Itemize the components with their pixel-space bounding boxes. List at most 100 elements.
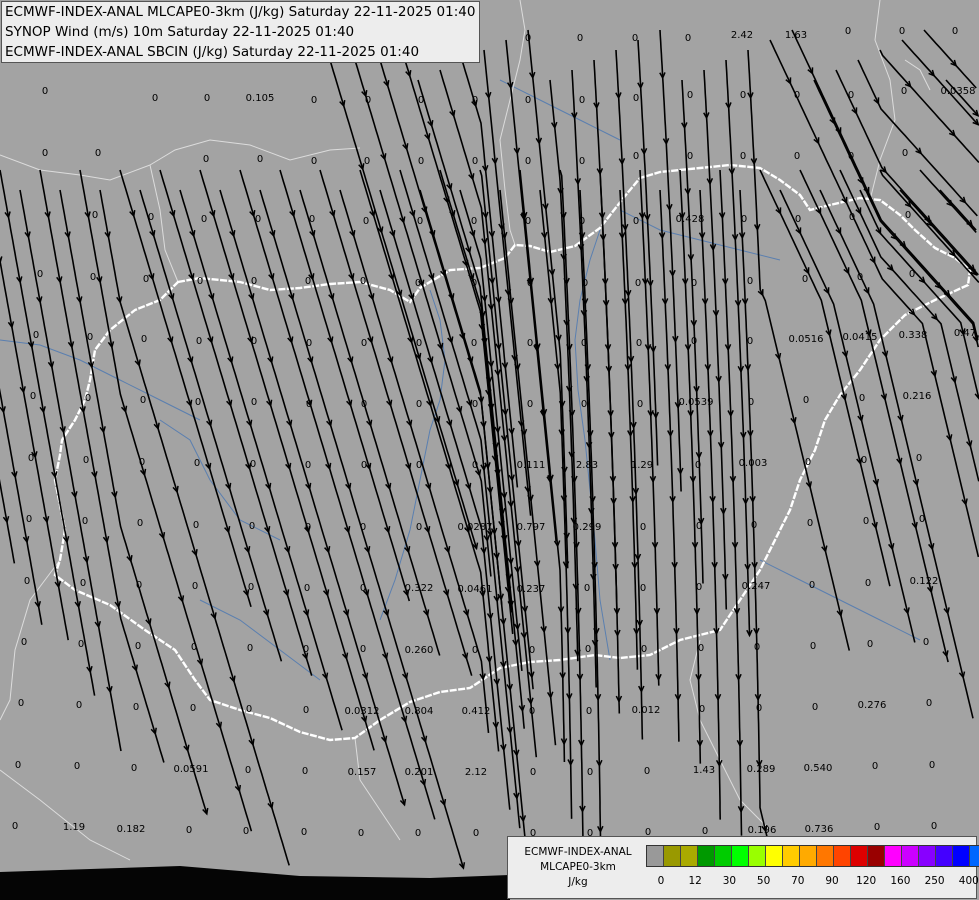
sbcin-value-label: 0 — [748, 397, 754, 408]
legend-title: ECMWF-INDEX-ANAL MLCAPE0-3km J/kg — [512, 845, 644, 890]
streamline — [279, 169, 411, 602]
sbcin-value-label: 0.122 — [910, 576, 939, 587]
sbcin-value-label: 0 — [809, 580, 815, 591]
sbcin-value-label: 0 — [303, 644, 309, 655]
sbcin-value-label: 0 — [581, 338, 587, 349]
sbcin-value-label: 0 — [243, 826, 249, 837]
sbcin-value-label: 0 — [848, 151, 854, 162]
sbcin-value-label: 0 — [143, 274, 149, 285]
sbcin-value-label: 0 — [305, 460, 311, 471]
sbcin-value-label: 0 — [849, 212, 855, 223]
sbcin-value-label: 0 — [248, 582, 254, 593]
sbcin-value-label: 0 — [15, 760, 21, 771]
sbcin-value-label: 0 — [131, 763, 137, 774]
sbcin-value-label: 0 — [190, 703, 196, 714]
sbcin-value-label: 0.47 — [954, 328, 976, 339]
sbcin-value-label: 0.276 — [858, 700, 887, 711]
sbcin-value-label: 0 — [305, 522, 311, 533]
map-canvas: 0 0 0 0 2.42 1.63 0 0 0 0 0 0 0.105 0 0 0 0 0 0 0 0 0 0 0 0 0.035… — [0, 0, 979, 900]
legend-swatch — [715, 846, 732, 866]
sbcin-value-label: 0.797 — [517, 522, 546, 533]
legend-swatch — [953, 846, 970, 866]
sbcin-value-label: 0 — [30, 391, 36, 402]
sbcin-value-label: 0.736 — [805, 824, 834, 835]
river — [159, 419, 281, 541]
sbcin-value-label: 0 — [472, 95, 478, 106]
sbcin-value-label: 0 — [306, 399, 312, 410]
streamline — [59, 189, 208, 815]
legend-tick-label: 400 — [958, 875, 979, 887]
country-borders — [0, 0, 931, 861]
sbcin-value-label: 0 — [529, 706, 535, 717]
sbcin-value-label: 0 — [803, 395, 809, 406]
sbcin-value-label: 0 — [587, 767, 593, 778]
sbcin-value-label: 0 — [361, 399, 367, 410]
sbcin-value-label: 0 — [691, 336, 697, 347]
sbcin-value-label: 0 — [579, 95, 585, 106]
sbcin-value-label: 0 — [416, 399, 422, 410]
sbcin-value-label: 0 — [152, 93, 158, 104]
sbcin-value-label: 0 — [874, 822, 880, 833]
sbcin-value-label: 0 — [304, 583, 310, 594]
sbcin-value-label: 0 — [418, 95, 424, 106]
sbcin-value-label: 0 — [257, 154, 263, 165]
sbcin-value-label: 0 — [358, 828, 364, 839]
legend-swatch — [902, 846, 919, 866]
sbcin-value-label: 0 — [696, 521, 702, 532]
legend-tick-label: 90 — [825, 875, 839, 887]
streamline — [379, 189, 511, 810]
streamline — [759, 169, 891, 587]
sbcin-value-label: 0 — [687, 151, 693, 162]
sbcin-value-label: 0 — [845, 26, 851, 37]
legend-title-unit: J/kg — [568, 876, 588, 888]
legend-swatch — [698, 846, 715, 866]
sbcin-value-label: 0 — [416, 338, 422, 349]
sbcin-value-label: 0 — [18, 698, 24, 709]
border-outline — [53, 163, 972, 742]
sbcin-value-label: 0 — [923, 637, 929, 648]
sbcin-value-label: 0 — [530, 767, 536, 778]
sbcin-value-label: 0 — [867, 639, 873, 650]
sbcin-value-label: 0 — [302, 766, 308, 777]
sbcin-value-label: 0 — [141, 334, 147, 345]
legend-title-param: MLCAPE0-3km — [540, 861, 616, 873]
sbcin-value-label: 0 — [417, 216, 423, 227]
sbcin-value-label: 0 — [247, 643, 253, 654]
legend-swatch — [885, 846, 902, 866]
sbcin-value-label: 0 — [192, 581, 198, 592]
sbcin-value-label: 0 — [135, 641, 141, 652]
sbcin-value-label: 0 — [311, 156, 317, 167]
legend-swatch — [834, 846, 851, 866]
sbcin-value-label: 0 — [901, 86, 907, 97]
streamline-arrowhead — [0, 256, 3, 264]
sbcin-value-label: 0 — [699, 704, 705, 715]
sbcin-value-label: 0 — [633, 216, 639, 227]
streamline — [619, 189, 639, 670]
sbcin-value-label: 0 — [309, 214, 315, 225]
legend-tick-label: 120 — [856, 875, 877, 887]
sbcin-value-label: 0 — [691, 278, 697, 289]
streamline-arrowheads — [0, 59, 979, 870]
sbcin-value-label: 0 — [191, 642, 197, 653]
sbcin-value-label: 0 — [696, 582, 702, 593]
border-segment — [0, 769, 131, 861]
sbcin-value-label: 0 — [360, 583, 366, 594]
sbcin-value-label: 0 — [203, 154, 209, 165]
sbcin-value-label: 0 — [249, 521, 255, 532]
legend-swatch — [766, 846, 783, 866]
sbcin-value-label: 0 — [471, 278, 477, 289]
sbcin-value-label: 0 — [582, 278, 588, 289]
streamline — [779, 189, 916, 643]
legend-tick-label: 250 — [924, 875, 945, 887]
sbcin-value-label: 0 — [805, 457, 811, 468]
sbcin-value-label: 0 — [33, 330, 39, 341]
sbcin-value-label: 0 — [741, 214, 747, 225]
sbcin-value-label: 0 — [204, 93, 210, 104]
sbcin-value-label: 0 — [311, 95, 317, 106]
sbcin-value-label: 1.29 — [631, 460, 653, 471]
sbcin-value-label: 0 — [415, 278, 421, 289]
sbcin-value-label: 0 — [756, 703, 762, 714]
weather-map[interactable]: 0 0 0 0 2.42 1.63 0 0 0 0 0 0 0.105 0 0 0 0 0 0 0 0 0 0 0 0 0.035… — [0, 0, 979, 900]
sbcin-value-label: 0 — [21, 637, 27, 648]
legend-title-model: ECMWF-INDEX-ANAL — [524, 846, 632, 858]
